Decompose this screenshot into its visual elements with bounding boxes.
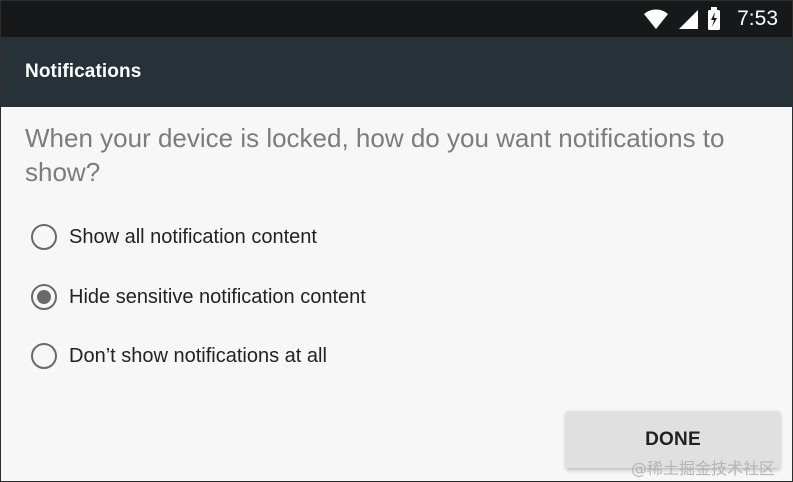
option-label: Don’t show notifications at all [69, 345, 327, 367]
battery-charging-icon [707, 7, 721, 31]
radio-selected-dot [37, 290, 51, 304]
option-label: Hide sensitive notification content [69, 286, 366, 308]
status-bar: 7:53 [1, 1, 792, 37]
content-area: When your device is locked, how do you w… [1, 107, 792, 481]
status-icons: 7:53 [643, 1, 778, 37]
option-show-all[interactable]: Show all notification content [31, 217, 317, 257]
radio-button-unselected[interactable] [31, 343, 57, 369]
radio-button-selected[interactable] [31, 284, 57, 310]
question-text: When your device is locked, how do you w… [25, 123, 725, 187]
option-hide-sensitive[interactable]: Hide sensitive notification content [31, 277, 366, 317]
cell-signal-icon [677, 8, 699, 30]
option-dont-show[interactable]: Don’t show notifications at all [31, 336, 327, 376]
option-label: Show all notification content [69, 226, 317, 248]
radio-button-unselected[interactable] [31, 224, 57, 250]
app-bar: Notifications [1, 37, 792, 107]
wifi-icon [643, 8, 669, 30]
app-window: 7:53 Notifications When your device is l… [0, 0, 793, 482]
app-title: Notifications [25, 61, 142, 82]
done-button[interactable]: DONE [566, 411, 780, 468]
status-time: 7:53 [737, 7, 778, 30]
